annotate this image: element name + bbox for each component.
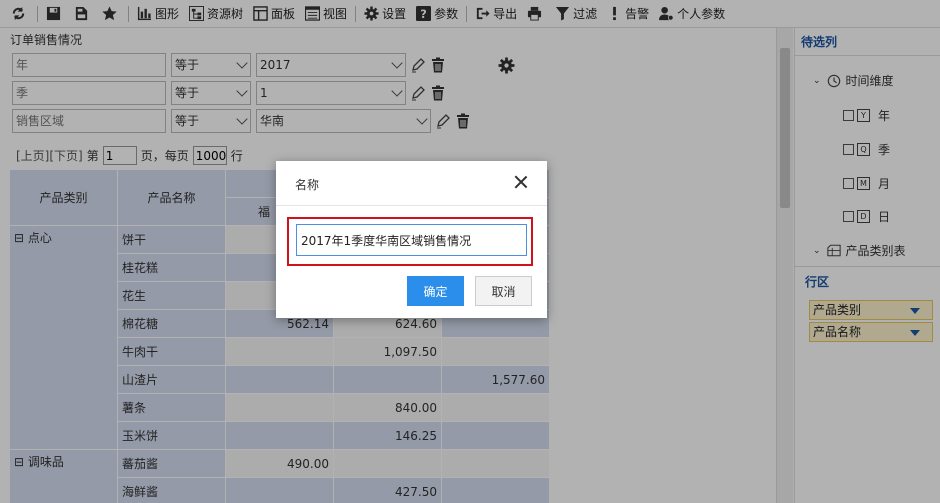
confirm-button[interactable]: 确定 <box>407 276 464 306</box>
name-dialog: 名称 确定 取消 <box>276 161 547 318</box>
cancel-button[interactable]: 取消 <box>475 276 532 306</box>
name-input[interactable] <box>296 224 527 256</box>
close-icon[interactable] <box>512 173 530 191</box>
dialog-divider <box>276 205 547 206</box>
dialog-title: 名称 <box>295 178 320 192</box>
